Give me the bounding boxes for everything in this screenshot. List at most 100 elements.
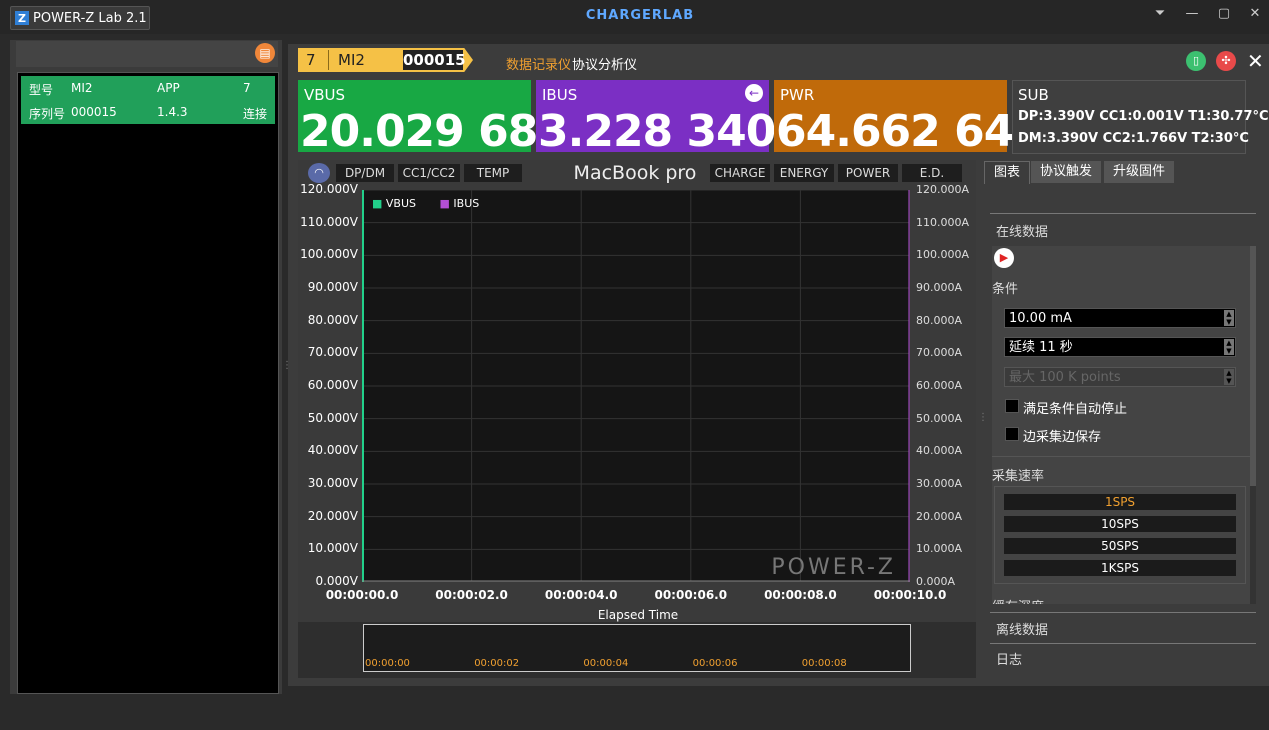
y-left-tick: 70.000V [307, 345, 358, 360]
tab-protocol-analyzer[interactable]: 协议分析仪 [572, 54, 637, 73]
y-right-tick: 10.000A [916, 542, 963, 556]
export-icon[interactable]: ▯ [1186, 51, 1206, 71]
divider [992, 456, 1250, 457]
y-left-tick: 110.000V [300, 214, 358, 229]
y-right-tick: 40.000A [916, 444, 963, 458]
y-right-tick: 0.000A [916, 575, 956, 588]
y-right-tick: 30.000A [916, 477, 963, 490]
maximize-button[interactable]: ▢ [1210, 6, 1238, 26]
rate-50sps[interactable]: 50SPS [1004, 538, 1236, 554]
minimize-button[interactable]: — [1178, 6, 1206, 26]
y-left-tick: 40.000V [307, 443, 358, 458]
duration-input[interactable]: 延续 11 秒 ▲ ▼ [1004, 337, 1236, 357]
overview-tick: 00:00:00 [365, 658, 410, 669]
x-tick: 00:00:06.0 [654, 588, 728, 602]
save-while-label: 边采集边保存 [1023, 430, 1102, 445]
close-window-button[interactable]: ✕ [1241, 6, 1269, 26]
list-icon[interactable]: ▤ [255, 43, 275, 63]
x-axis-label: Elapsed Time [597, 608, 679, 622]
tab-charge[interactable]: CHARGE [710, 164, 770, 182]
model-key: 型号 [29, 83, 54, 97]
y-right-tick: 100.000A [916, 248, 970, 262]
sample-rate-label: 采集速率 [992, 469, 1045, 484]
pwr-label: PWR [780, 86, 815, 104]
app-logo-icon: Z [15, 11, 29, 25]
ibus-label: IBUS [542, 86, 578, 104]
arrow-left-icon[interactable]: ← [745, 84, 763, 102]
y-left-tick: 20.000V [307, 508, 358, 523]
tab-ed[interactable]: E.D. [902, 164, 962, 182]
app-title: POWER-Z Lab 2.1 [33, 10, 147, 26]
auto-stop-label: 满足条件自动停止 [1023, 402, 1128, 417]
chart-title: MacBook pro [573, 162, 697, 184]
tab-upgrade-firmware[interactable]: 升级固件 [1104, 161, 1174, 183]
sub-line-1: DP:3.390V CC1:0.001V T1:30.77°C [1018, 109, 1269, 124]
y-right-tick: 110.000A [916, 215, 970, 229]
scrollbar[interactable] [1250, 246, 1256, 604]
tab-dp-dm[interactable]: DP/DM [336, 164, 394, 182]
y-right-tick: 20.000A [916, 509, 963, 523]
device-tab-num: 7 [306, 51, 316, 69]
y-left-tick: 10.000V [307, 541, 358, 556]
legend-vbus-marker: ■ [372, 197, 383, 210]
close-panel-icon[interactable]: ✕ [1247, 49, 1264, 73]
rate-1sps[interactable]: 1SPS [1004, 494, 1236, 510]
y-right-tick: 60.000A [916, 379, 963, 392]
scrollbar-thumb[interactable] [1250, 246, 1256, 486]
spin-icon[interactable]: ▲ ▼ [1224, 369, 1234, 385]
vbus-label: VBUS [304, 86, 346, 104]
x-tick: 00:00:04.0 [544, 588, 618, 602]
spin-icon[interactable]: ▲ ▼ [1224, 310, 1234, 326]
conditions-label: 条件 [992, 282, 1019, 297]
auto-stop-checkbox[interactable] [1005, 399, 1019, 413]
device-row-serial[interactable]: 序列号 000015 1.4.3 连接 [21, 100, 275, 124]
y-left-tick: 100.000V [300, 247, 358, 262]
rate-1ksps[interactable]: 1KSPS [1004, 560, 1236, 576]
ibus-card: IBUS ← 3.228 340 A [536, 80, 824, 157]
plot-svg [362, 190, 910, 582]
spin-icon[interactable]: ▲ ▼ [1224, 339, 1234, 355]
legend: ■ VBUS ■ IBUS [372, 197, 479, 210]
brand-logo: CHARGERLAB [585, 8, 695, 23]
offline-data-label: 离线数据 [996, 623, 1049, 638]
log-section-header[interactable]: 日志 [990, 643, 1256, 668]
y-left-tick: 90.000V [307, 280, 358, 294]
max-points-input[interactable]: 最大 100 K points ▲ ▼ [1004, 367, 1236, 387]
splitter-handle[interactable]: ⋮ [978, 412, 988, 426]
tab-power[interactable]: POWER [838, 164, 898, 182]
tab-data-logger[interactable]: 数据记录仪 [506, 54, 571, 73]
y-left-tick: 120.000V [300, 182, 358, 196]
tab-temp[interactable]: TEMP [464, 164, 522, 182]
app-value: 7 [243, 81, 251, 95]
device-panel-header [16, 41, 278, 67]
sub-title: SUB [1018, 86, 1049, 104]
current-threshold-input[interactable]: 10.00 mA ▲ ▼ [1004, 308, 1236, 328]
tab-protocol-trigger[interactable]: 协议触发 [1031, 161, 1101, 183]
device-tab[interactable]: 7 MI2 000015 [298, 48, 473, 72]
play-icon[interactable]: ▶ [994, 248, 1014, 268]
online-data-label: 在线数据 [996, 225, 1049, 240]
y-left-tick: 30.000V [307, 476, 358, 490]
sub-line-2: DM:3.390V CC2:1.766V T2:30°C [1018, 131, 1249, 146]
device-row-model[interactable]: 型号 MI2 APP 7 [21, 76, 275, 100]
dropdown-icon[interactable]: ⏷ [1146, 6, 1174, 26]
rate-10sps[interactable]: 10SPS [1004, 516, 1236, 532]
tab-chart[interactable]: 图表 [984, 161, 1030, 184]
grid-icon[interactable]: ✣ [1216, 51, 1236, 71]
chart-mode-icon[interactable]: ◠ [308, 163, 330, 183]
online-section-header[interactable]: 在线数据 [990, 213, 1256, 240]
serial-value: 000015 [71, 105, 117, 119]
device-tab-separator [328, 50, 329, 70]
tab-energy[interactable]: ENERGY [774, 164, 834, 182]
app-tab[interactable]: Z POWER-Z Lab 2.1 [10, 6, 150, 30]
plot-area[interactable]: ■ VBUS ■ IBUS POWER-Z [362, 190, 910, 582]
device-list: 型号 MI2 APP 7 序列号 000015 1.4.3 连接 [17, 72, 279, 694]
offline-section-header[interactable]: 离线数据 [990, 612, 1256, 639]
tab-cc1-cc2[interactable]: CC1/CC2 [398, 164, 460, 182]
y-right-tick: 50.000A [916, 411, 963, 425]
splitter-handle[interactable]: ⋮ [282, 360, 292, 374]
status-bar [0, 694, 1269, 730]
save-while-checkbox[interactable] [1005, 427, 1019, 441]
watermark: POWER-Z [771, 555, 896, 580]
max-points-value: 最大 100 K points [1009, 370, 1121, 385]
